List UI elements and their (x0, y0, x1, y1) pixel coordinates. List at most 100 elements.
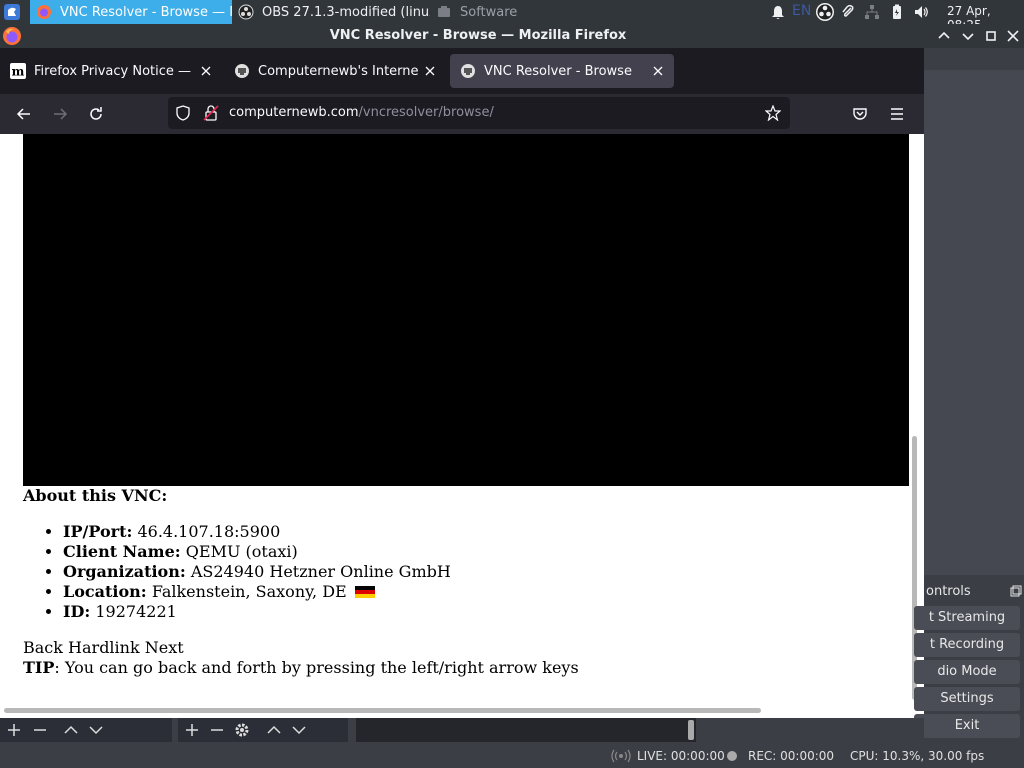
button-label: Exit (954, 718, 980, 733)
task-label: VNC Resolver - Browse — M... (60, 4, 232, 20)
minimize-icon[interactable] (960, 28, 976, 44)
next-link[interactable]: Next (145, 638, 184, 657)
tab-title: VNC Resolver - Browse (484, 63, 632, 79)
close-window-icon[interactable] (1005, 28, 1021, 44)
info-value: AS24940 Hetzner Online GmbH (190, 562, 451, 581)
battery-icon[interactable] (889, 4, 905, 20)
task-obs[interactable]: OBS 27.1.3-modified (linux) -... (232, 0, 430, 24)
move-up-icon[interactable] (63, 722, 79, 738)
cpu-fps: CPU: 10.3%, 30.00 fps (850, 749, 985, 763)
back-link[interactable]: Back (23, 638, 63, 657)
germany-flag-icon (354, 586, 375, 598)
info-organization: Organization: AS24940 Hetzner Online Gmb… (63, 562, 903, 582)
about-heading: About this VNC: (23, 486, 168, 505)
reload-icon[interactable] (88, 106, 104, 122)
remove-icon[interactable] (32, 722, 48, 738)
pocket-icon[interactable] (852, 106, 868, 122)
info-value: 19274221 (95, 602, 177, 621)
mozilla-icon: m (10, 63, 26, 79)
tab-title: Firefox Privacy Notice — Mozil (34, 63, 194, 79)
button-label: t Recording (929, 637, 1005, 652)
maximize-icon[interactable] (983, 28, 999, 44)
move-down-icon[interactable] (291, 722, 307, 738)
info-label: Organization: (63, 562, 186, 581)
move-up-icon[interactable] (266, 722, 282, 738)
firefox-titlebar[interactable]: VNC Resolver - Browse — Mozilla Firefox (0, 24, 1024, 48)
tab-bar: m Firefox Privacy Notice — Mozil Compute… (0, 48, 924, 125)
rec-timer: REC: 00:00:00 (748, 749, 835, 763)
move-down-icon[interactable] (88, 722, 104, 738)
scenes-toolbar (0, 718, 172, 742)
button-label: t Streaming (928, 610, 1006, 625)
vnc-screenshot (23, 134, 909, 486)
exit-button[interactable]: Exit (914, 714, 1020, 738)
forward-arrow-icon[interactable] (52, 106, 68, 122)
tip-body: : You can go back and forth by pressing … (54, 658, 579, 677)
insecure-lock-icon[interactable] (203, 105, 219, 121)
task-label: Software (460, 4, 518, 20)
url-bar[interactable]: computernewb.com/vncresolver/browse/ (168, 97, 790, 129)
task-label: OBS 27.1.3-modified (linux) -... (262, 4, 430, 20)
url-text[interactable]: computernewb.com/vncresolver/browse/ (229, 105, 494, 120)
obs-icon (238, 4, 254, 20)
controls-title-text: ontrols (926, 584, 971, 599)
record-indicator-icon (727, 751, 737, 761)
obs-controls-title: ontrols (924, 582, 1024, 602)
hardlink-link[interactable]: Hardlink (68, 638, 140, 657)
tab-privacy-notice[interactable]: m Firefox Privacy Notice — Mozil (0, 54, 222, 88)
window-title: VNC Resolver - Browse — Mozilla Firefox (329, 28, 627, 43)
vnc-details: About this VNC: IP/Port: 46.4.107.18:590… (23, 486, 903, 678)
studio-mode-button[interactable]: dio Mode (914, 660, 1020, 684)
info-label: IP/Port: (63, 522, 133, 541)
navigation-links: Back Hardlink Next (23, 638, 903, 658)
close-tab-icon[interactable] (424, 65, 436, 77)
horizontal-scrollbar[interactable] (4, 708, 761, 713)
info-value: 46.4.107.18:5900 (137, 522, 281, 541)
minimize-window-icon[interactable] (936, 28, 952, 44)
gear-icon[interactable] (234, 722, 250, 738)
shield-icon[interactable] (175, 105, 191, 121)
keyboard-layout-indicator[interactable]: EN (792, 3, 811, 19)
close-tab-icon[interactable] (200, 65, 212, 77)
page-viewport[interactable]: About this VNC: IP/Port: 46.4.107.18:590… (0, 134, 924, 718)
info-label: ID: (63, 602, 91, 621)
app-launcher-icon[interactable] (3, 3, 21, 21)
network-icon[interactable] (864, 4, 880, 20)
url-domain: computernewb.com (229, 105, 359, 120)
obs-preview-area (924, 70, 1024, 575)
navigation-toolbar: computernewb.com/vncresolver/browse/ (0, 94, 924, 134)
task-firefox[interactable]: VNC Resolver - Browse — M... (30, 0, 232, 24)
tab-computernewb[interactable]: Computernewb's Internet Pul (224, 54, 446, 88)
mixer-scroll-handle[interactable] (688, 720, 694, 740)
info-label: Location: (63, 582, 147, 601)
info-id: ID: 19274221 (63, 602, 903, 622)
info-list: IP/Port: 46.4.107.18:5900 Client Name: Q… (63, 522, 903, 622)
button-label: Settings (940, 691, 994, 706)
firefox-icon (37, 5, 51, 19)
add-icon[interactable] (6, 722, 22, 738)
add-icon[interactable] (184, 722, 200, 738)
tab-vnc-resolver[interactable]: VNC Resolver - Browse (450, 54, 674, 88)
start-streaming-button[interactable]: t Streaming (914, 606, 1020, 630)
obs-status-bar: LIVE: 00:00:00 REC: 00:00:00 CPU: 10.3%,… (0, 744, 1024, 768)
undock-icon[interactable] (1010, 585, 1022, 597)
info-label: Client Name: (63, 542, 181, 561)
info-value: QEMU (otaxi) (185, 542, 298, 561)
hamburger-menu-icon[interactable] (889, 106, 905, 122)
info-location: Location: Falkenstein, Saxony, DE (63, 582, 903, 602)
obs-tray-icon[interactable] (815, 2, 835, 22)
start-recording-button[interactable]: t Recording (914, 633, 1020, 657)
bookmark-star-icon[interactable] (765, 105, 781, 121)
back-arrow-icon[interactable] (16, 106, 32, 122)
settings-button[interactable]: Settings (914, 687, 1020, 711)
info-value: Falkenstein, Saxony, DE (151, 582, 347, 601)
close-tab-icon[interactable] (652, 65, 664, 77)
remove-icon[interactable] (209, 722, 225, 738)
tip-text: TIP: You can go back and forth by pressi… (23, 658, 903, 678)
paperclip-icon[interactable] (840, 4, 856, 20)
notification-bell-icon[interactable] (770, 4, 786, 20)
info-ip-port: IP/Port: 46.4.107.18:5900 (63, 522, 903, 542)
task-software[interactable]: Software (430, 0, 550, 24)
tab-title: Computernewb's Internet Pul (258, 63, 418, 79)
volume-icon[interactable] (913, 4, 929, 20)
